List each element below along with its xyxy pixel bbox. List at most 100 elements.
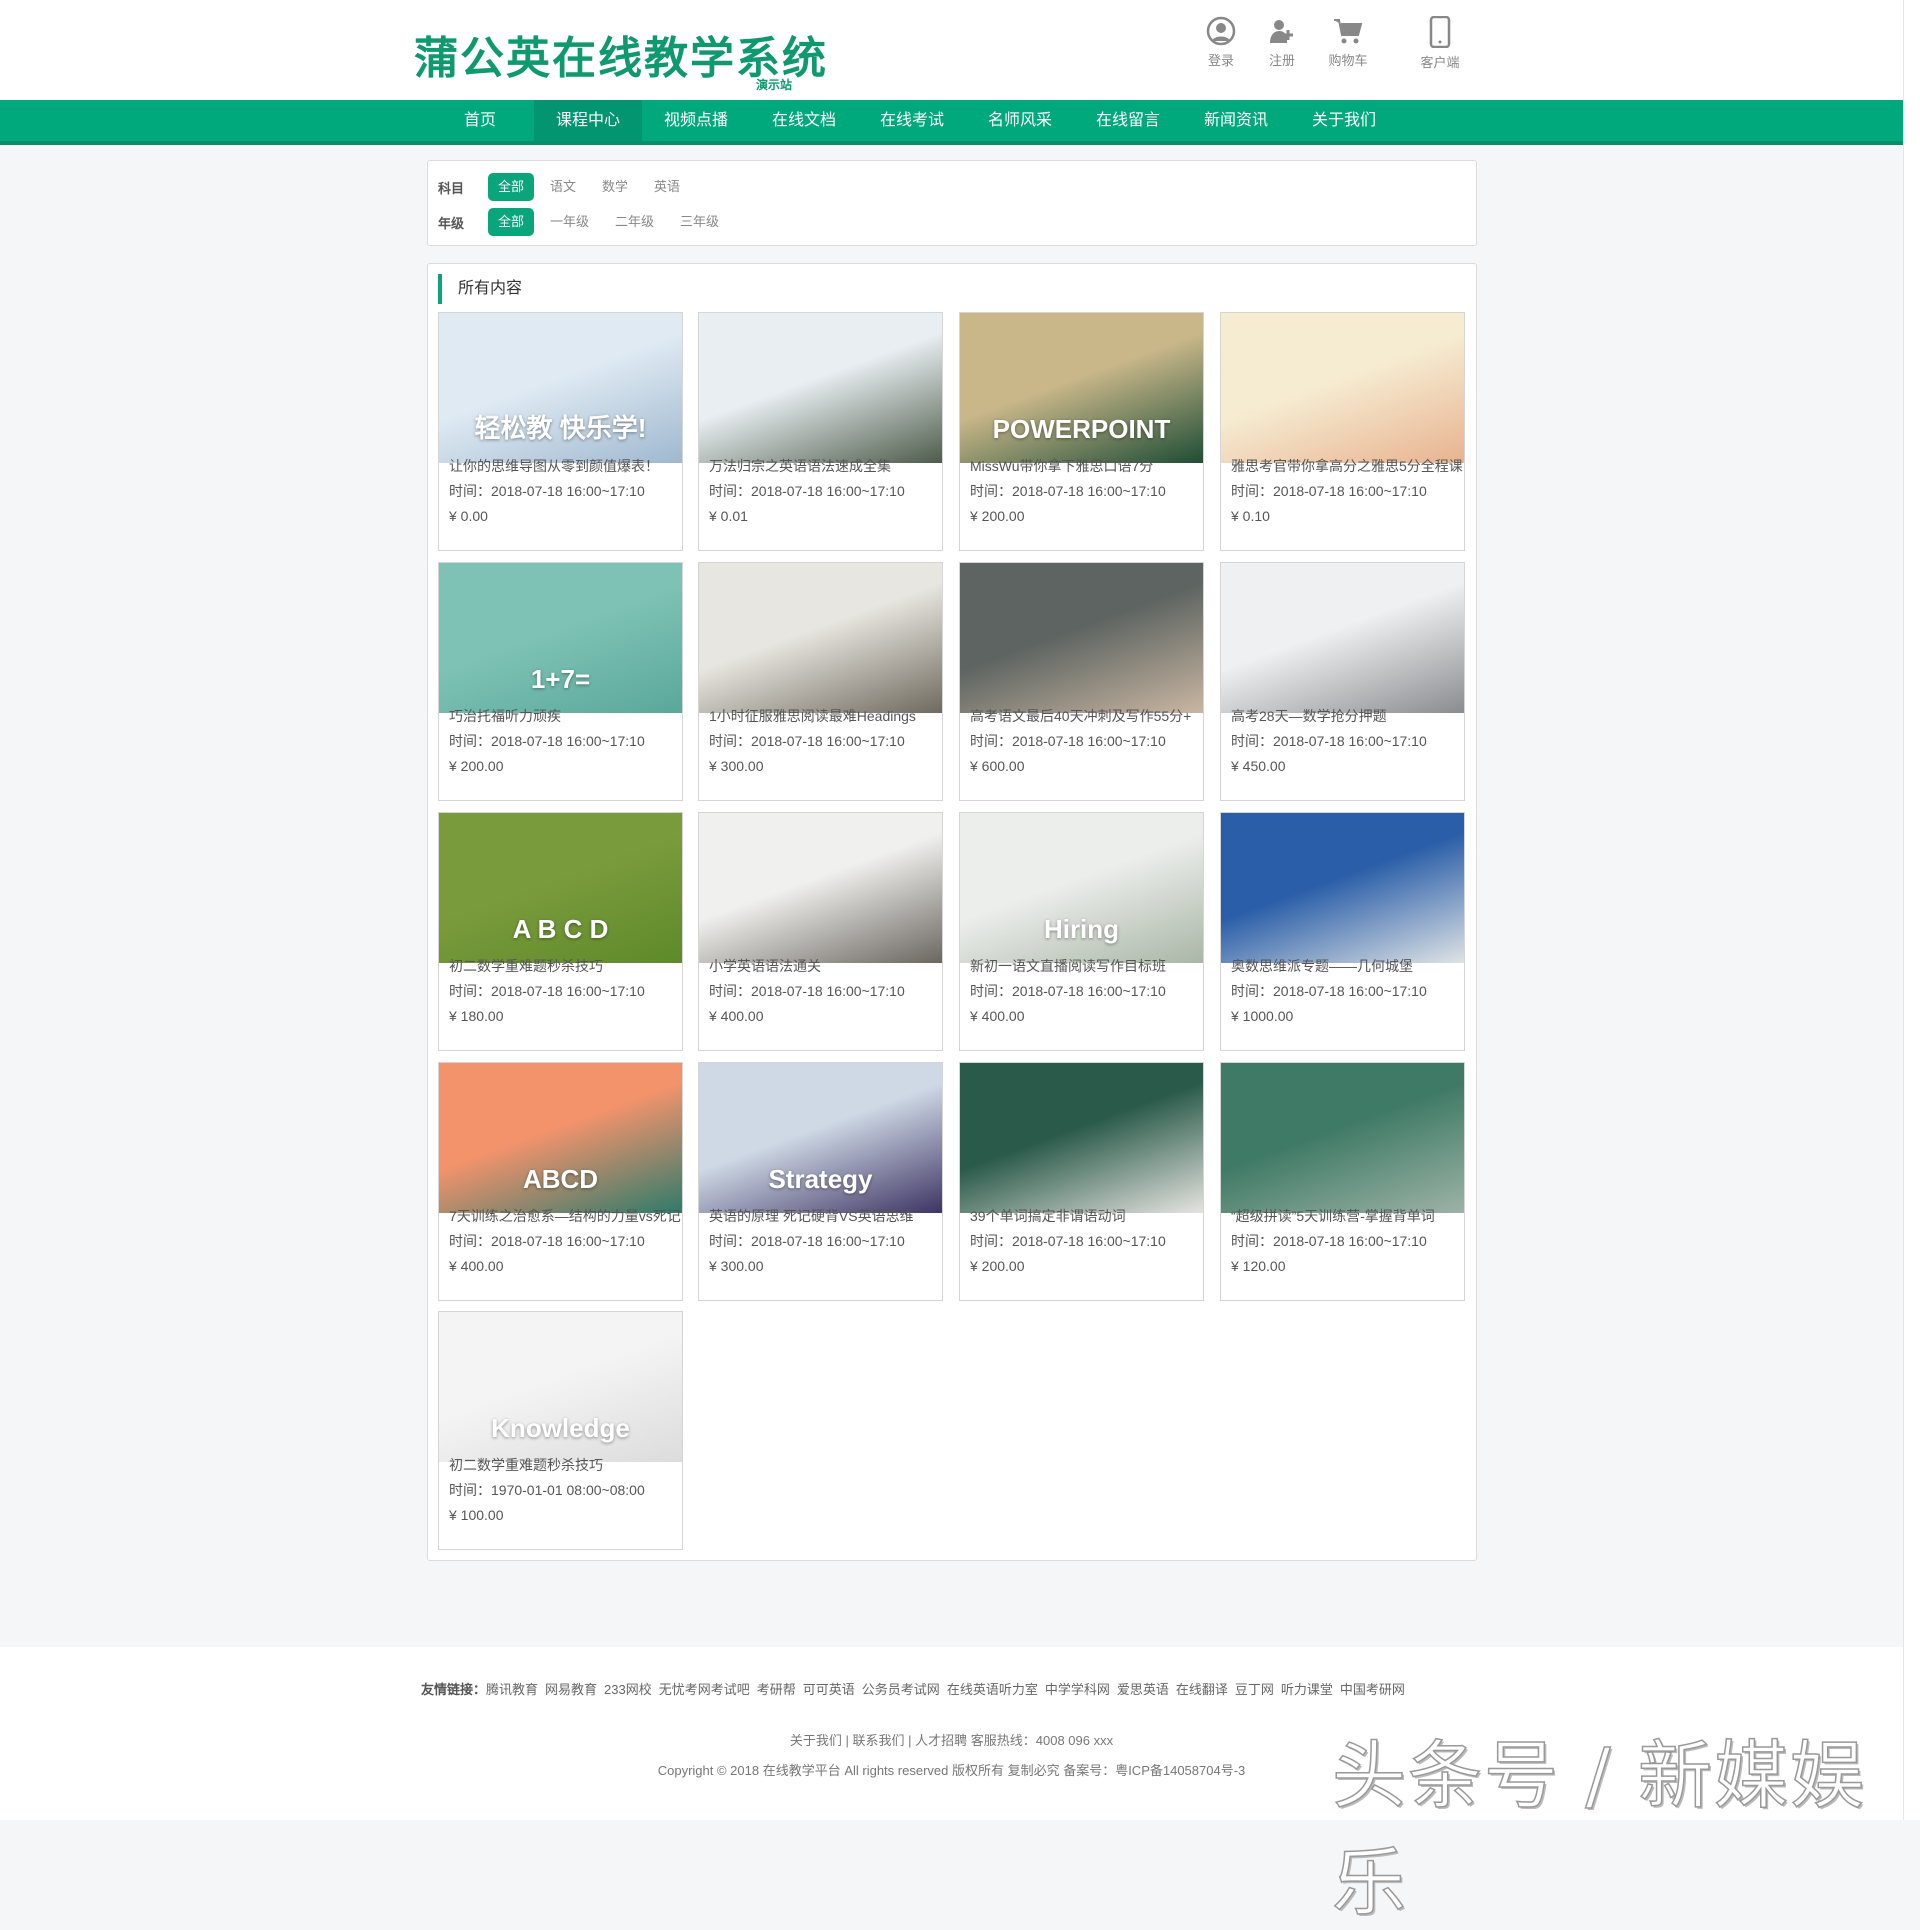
course-title[interactable]: 初二数学重难题秒杀技巧 xyxy=(449,1455,684,1475)
grade-option[interactable]: 三年级 xyxy=(670,208,729,236)
course-card[interactable]: 1+7=巧治托福听力顽疾时间：2018-07-18 16:00~17:10¥ 2… xyxy=(438,562,683,801)
nav-item[interactable]: 首页 xyxy=(426,100,534,141)
subject-label: 科目 xyxy=(438,178,488,197)
scrollbar[interactable] xyxy=(1903,0,1920,1820)
course-thumbnail[interactable]: Hiring xyxy=(960,813,1203,963)
nav-item[interactable]: 关于我们 xyxy=(1290,100,1398,141)
nav-item[interactable]: 名师风采 xyxy=(966,100,1074,141)
course-card[interactable]: ABCD7天训练之治愈系—结构的力量vs死记时间：2018-07-18 16:0… xyxy=(438,1062,683,1301)
friend-link[interactable]: 听力课堂 xyxy=(1281,1682,1333,1697)
footer-link[interactable]: 关于我们 xyxy=(790,1733,842,1748)
course-card[interactable]: 万法归宗之英语语法速成全集时间：2018-07-18 16:00~17:10¥ … xyxy=(698,312,943,551)
friend-link[interactable]: 在线翻译 xyxy=(1176,1682,1228,1697)
friend-link[interactable]: 无忧考网考试吧 xyxy=(659,1682,750,1697)
subject-option[interactable]: 数学 xyxy=(592,173,638,201)
friend-link[interactable]: 考研帮 xyxy=(757,1682,796,1697)
course-time: 时间：2018-07-18 16:00~17:10 xyxy=(449,481,684,501)
course-thumbnail[interactable]: 轻松教 快乐学! xyxy=(439,313,682,463)
course-price: ¥ 180.00 xyxy=(449,1008,684,1024)
header-phone-button[interactable]: 客户端 xyxy=(1405,16,1475,71)
friend-link[interactable]: 腾讯教育 xyxy=(486,1682,538,1697)
course-thumbnail[interactable] xyxy=(1221,563,1464,713)
course-thumbnail[interactable]: Strategy xyxy=(699,1063,942,1213)
friend-link[interactable]: 网易教育 xyxy=(545,1682,597,1697)
nav-item[interactable]: 新闻资讯 xyxy=(1182,100,1290,141)
course-title[interactable]: 小学英语语法通关 xyxy=(709,956,944,976)
friend-link[interactable]: 中国考研网 xyxy=(1340,1682,1405,1697)
friend-link[interactable]: 中学学科网 xyxy=(1045,1682,1110,1697)
header-user-button[interactable]: 登录 xyxy=(1186,16,1256,69)
friend-link[interactable]: 公务员考试网 xyxy=(862,1682,940,1697)
course-price: ¥ 600.00 xyxy=(970,758,1205,774)
course-title[interactable]: 巧治托福听力顽疾 xyxy=(449,706,684,726)
course-price: ¥ 400.00 xyxy=(709,1008,944,1024)
subject-option[interactable]: 全部 xyxy=(488,173,534,201)
subject-option[interactable]: 英语 xyxy=(644,173,690,201)
course-price: ¥ 300.00 xyxy=(709,1258,944,1274)
course-card[interactable]: “超级拼读”5天训练营-掌握背单词时间：2018-07-18 16:00~17:… xyxy=(1220,1062,1465,1301)
header-action-label: 注册 xyxy=(1269,53,1295,68)
grade-option[interactable]: 二年级 xyxy=(605,208,664,236)
course-title[interactable]: 高考语文最后40天冲刺及写作55分+ xyxy=(970,706,1205,726)
filter-panel: 科目全部语文数学英语 年级全部一年级二年级三年级 xyxy=(427,160,1477,246)
section-title: 所有内容 xyxy=(438,274,522,304)
course-title[interactable]: 雅思考官带你拿高分之雅思5分全程课 xyxy=(1231,456,1466,476)
course-thumbnail[interactable]: Knowledge xyxy=(439,1312,682,1462)
course-card[interactable]: Knowledge初二数学重难题秒杀技巧时间：1970-01-01 08:00~… xyxy=(438,1311,683,1550)
course-title[interactable]: 初二数学重难题秒杀技巧 xyxy=(449,956,684,976)
course-card[interactable]: 小学英语语法通关时间：2018-07-18 16:00~17:10¥ 400.0… xyxy=(698,812,943,1051)
course-title[interactable]: 英语的原理 死记硬背VS英语思维 xyxy=(709,1206,944,1226)
course-card[interactable]: 奥数思维派专题——几何城堡时间：2018-07-18 16:00~17:10¥ … xyxy=(1220,812,1465,1051)
course-thumbnail[interactable] xyxy=(960,563,1203,713)
nav-item[interactable]: 在线考试 xyxy=(858,100,966,141)
course-title[interactable]: 39个单词搞定非谓语动词 xyxy=(970,1206,1205,1226)
course-thumbnail[interactable] xyxy=(1221,313,1464,463)
footer-link[interactable]: 人才招聘 xyxy=(915,1733,967,1748)
course-thumbnail[interactable] xyxy=(1221,1063,1464,1213)
course-title[interactable]: 7天训练之治愈系—结构的力量vs死记 xyxy=(449,1206,684,1226)
grade-option[interactable]: 全部 xyxy=(488,208,534,236)
friend-link[interactable]: 可可英语 xyxy=(803,1682,855,1697)
friend-link[interactable]: 豆丁网 xyxy=(1235,1682,1274,1697)
course-card[interactable]: 1小时征服雅思阅读最难Headings时间：2018-07-18 16:00~1… xyxy=(698,562,943,801)
course-title[interactable]: 奥数思维派专题——几何城堡 xyxy=(1231,956,1466,976)
course-thumbnail[interactable]: ABCD xyxy=(439,1063,682,1213)
thumbnail-caption: Hiring xyxy=(960,914,1203,945)
course-card[interactable]: 轻松教 快乐学!让你的思维导图从零到颜值爆表！ 时间：2018-07-18 16:… xyxy=(438,312,683,551)
course-card[interactable]: A B C D初二数学重难题秒杀技巧时间：2018-07-18 16:00~17… xyxy=(438,812,683,1051)
course-thumbnail[interactable]: POWERPOINT xyxy=(960,313,1203,463)
subject-option[interactable]: 语文 xyxy=(540,173,586,201)
course-thumbnail[interactable]: A B C D xyxy=(439,813,682,963)
nav-item[interactable]: 视频点播 xyxy=(642,100,750,141)
course-card[interactable]: 39个单词搞定非谓语动词时间：2018-07-18 16:00~17:10¥ 2… xyxy=(959,1062,1204,1301)
course-thumbnail[interactable] xyxy=(699,563,942,713)
header-cart-button[interactable]: 购物车 xyxy=(1313,16,1383,69)
grade-option[interactable]: 一年级 xyxy=(540,208,599,236)
course-title[interactable]: 让你的思维导图从零到颜值爆表！ xyxy=(449,456,684,476)
nav-item[interactable]: 在线留言 xyxy=(1074,100,1182,141)
header-add-user-button[interactable]: 注册 xyxy=(1247,16,1317,69)
course-card[interactable]: 雅思考官带你拿高分之雅思5分全程课时间：2018-07-18 16:00~17:… xyxy=(1220,312,1465,551)
course-thumbnail[interactable] xyxy=(1221,813,1464,963)
nav-item[interactable]: 课程中心 xyxy=(534,100,642,141)
course-card[interactable]: POWERPOINTMissWu带你拿下雅思口语7分时间：2018-07-18 … xyxy=(959,312,1204,551)
course-card[interactable]: 高考28天—数学抢分押题时间：2018-07-18 16:00~17:10¥ 4… xyxy=(1220,562,1465,801)
course-card[interactable]: 高考语文最后40天冲刺及写作55分+时间：2018-07-18 16:00~17… xyxy=(959,562,1204,801)
course-title[interactable]: “超级拼读”5天训练营-掌握背单词 xyxy=(1231,1206,1466,1226)
friend-link[interactable]: 在线英语听力室 xyxy=(947,1682,1038,1697)
footer-link[interactable]: 联系我们 xyxy=(853,1733,905,1748)
course-title[interactable]: 万法归宗之英语语法速成全集 xyxy=(709,456,944,476)
friend-link[interactable]: 233网校 xyxy=(604,1682,652,1697)
course-title[interactable]: 高考28天—数学抢分押题 xyxy=(1231,706,1466,726)
course-thumbnail[interactable] xyxy=(699,313,942,463)
friend-link[interactable]: 爱思英语 xyxy=(1117,1682,1169,1697)
course-title[interactable]: MissWu带你拿下雅思口语7分 xyxy=(970,456,1205,476)
course-title[interactable]: 1小时征服雅思阅读最难Headings xyxy=(709,706,944,726)
course-card[interactable]: Hiring新初一语文直播阅读写作目标班时间：2018-07-18 16:00~… xyxy=(959,812,1204,1051)
course-title[interactable]: 新初一语文直播阅读写作目标班 xyxy=(970,956,1205,976)
course-thumbnail[interactable]: 1+7= xyxy=(439,563,682,713)
course-thumbnail[interactable] xyxy=(699,813,942,963)
nav-item[interactable]: 在线文档 xyxy=(750,100,858,141)
course-card[interactable]: Strategy英语的原理 死记硬背VS英语思维时间：2018-07-18 16… xyxy=(698,1062,943,1301)
course-thumbnail[interactable] xyxy=(960,1063,1203,1213)
